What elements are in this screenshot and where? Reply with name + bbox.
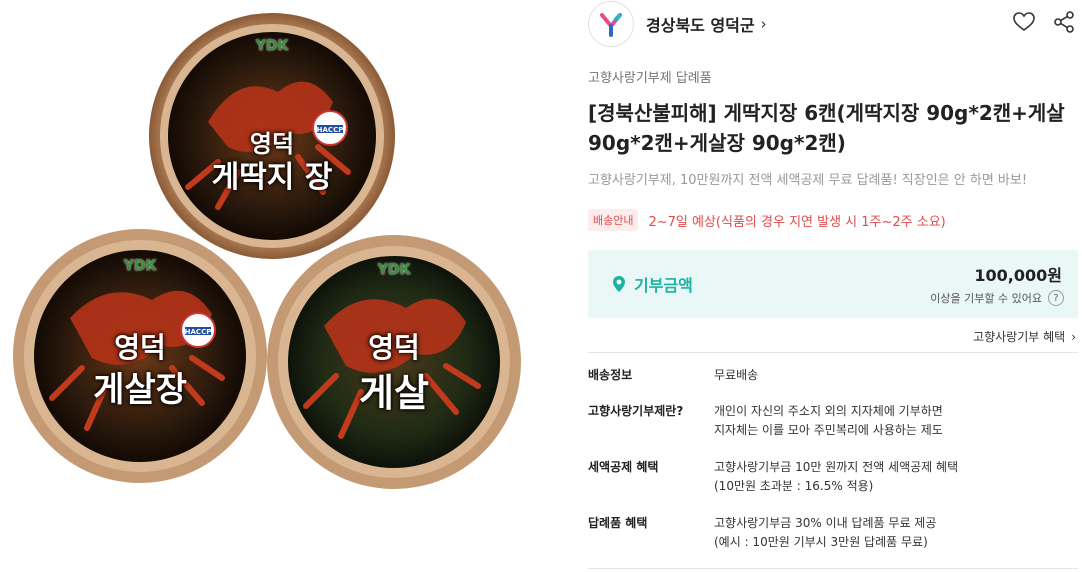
product-category: 고향사랑기부제 답례품: [588, 71, 712, 86]
location-pin-icon: [613, 276, 625, 292]
product-info-panel: 경상북도 영덕군 › 고향사랑기부제 답례품 [경북산불피해] 게딱지장 6캔(…: [588, 0, 1082, 572]
product-image: YDK 영덕 게딱지 장 HACCP YDK 영덕 게살장 HACCP YDK …: [0, 0, 540, 572]
haccp-label: HACCP: [317, 126, 344, 134]
tin-gesal: YDK 영덕 게살: [266, 234, 522, 490]
info-value: 고향사랑기부금 30% 이내 답례품 무료 제공 (예시 : 10만원 기부시 …: [714, 514, 936, 552]
shipping-badge: 배송안내: [588, 209, 639, 231]
haccp-label: HACCP: [185, 328, 212, 336]
donation-box: 기부금액 100,000원 이상을 기부할 수 있어요 ?: [588, 250, 1078, 318]
donation-label-group: 기부금액: [612, 272, 693, 296]
tin-gedakji-jang: YDK 영덕 게딱지 장 HACCP: [148, 12, 396, 260]
brand-label: YDK: [123, 258, 157, 274]
brand-label: YDK: [255, 38, 289, 54]
product-subtitle: 고향사랑기부제, 10만원까지 전액 세액공제 무료 답례품! 직장인은 안 하…: [588, 173, 1028, 188]
heart-icon[interactable]: [1012, 10, 1036, 34]
benefit-link[interactable]: 고향사랑기부 혜택 ›: [973, 328, 1076, 345]
info-value: 개인이 자신의 주소지 외의 지자체에 기부하면 지자체는 이를 모아 주민복리…: [714, 402, 943, 440]
info-value-line: (10만원 초과분 : 16.5% 적용): [714, 479, 874, 493]
tin-label-line2: 게딱지 장: [211, 160, 333, 195]
divider: [588, 568, 1078, 569]
tin-label-line2: 게살: [359, 370, 429, 415]
info-key: 답례품 혜택: [588, 516, 648, 530]
info-value-line: 무료배송: [714, 368, 759, 382]
seller-row[interactable]: 경상북도 영덕군 ›: [588, 0, 1078, 48]
yeongdeok-logo-icon[interactable]: [588, 1, 634, 47]
seller-name[interactable]: 경상북도 영덕군: [646, 12, 755, 36]
chevron-right-icon: ›: [1071, 329, 1076, 344]
info-key: 배송정보: [588, 368, 633, 382]
benefit-link-label[interactable]: 고향사랑기부 혜택: [973, 328, 1065, 345]
top-actions: [1012, 10, 1076, 34]
info-value-line: (예시 : 10만원 기부시 3만원 답례품 무료): [714, 535, 928, 549]
tin-label-line1: 영덕: [114, 331, 166, 364]
info-value: 무료배송: [714, 366, 758, 385]
info-value-line: 개인이 자신의 주소지 외의 지자체에 기부하면: [714, 404, 943, 418]
tin-label-line1: 영덕: [368, 331, 420, 364]
donation-label: 기부금액: [634, 276, 693, 295]
shipping-row: 배송안내 2~7일 예상(식품의 경우 지연 발생 시 1주~2주 소요): [588, 209, 946, 231]
tin-gesal-jang: YDK 영덕 게살장 HACCP: [12, 228, 268, 484]
help-icon[interactable]: ?: [1048, 290, 1064, 306]
info-value-line: 지자체는 이를 모아 주민복리에 사용하는 제도: [714, 423, 943, 437]
brand-label: YDK: [377, 262, 411, 278]
info-key: 고향사랑기부제란?: [588, 404, 684, 418]
info-value: 고향사랑기부금 10만 원까지 전액 세액공제 혜택 (10만원 초과분 : 1…: [714, 458, 958, 496]
info-value-line: 고향사랑기부금 30% 이내 답례품 무료 제공: [714, 516, 937, 530]
product-title: [경북산불피해] 게딱지장 6캔(게딱지장 90g*2캔+게살 90g*2캔+게…: [588, 101, 1065, 155]
donation-note-group: 이상을 기부할 수 있어요 ?: [930, 290, 1064, 306]
haccp-icon: HACCP: [312, 110, 348, 146]
share-icon[interactable]: [1052, 10, 1076, 34]
haccp-icon: HACCP: [180, 312, 216, 348]
donation-amount: 100,000원: [974, 266, 1062, 285]
tin-label-line2: 게살장: [93, 370, 187, 410]
info-value-line: 고향사랑기부금 10만 원까지 전액 세액공제 혜택: [714, 460, 959, 474]
shipping-estimate: 2~7일 예상(식품의 경우 지연 발생 시 1주~2주 소요): [648, 214, 946, 230]
divider: [588, 352, 1078, 353]
info-key: 세액공제 혜택: [588, 460, 659, 474]
chevron-right-icon: ›: [760, 15, 767, 33]
donation-note: 이상을 기부할 수 있어요: [930, 292, 1042, 305]
